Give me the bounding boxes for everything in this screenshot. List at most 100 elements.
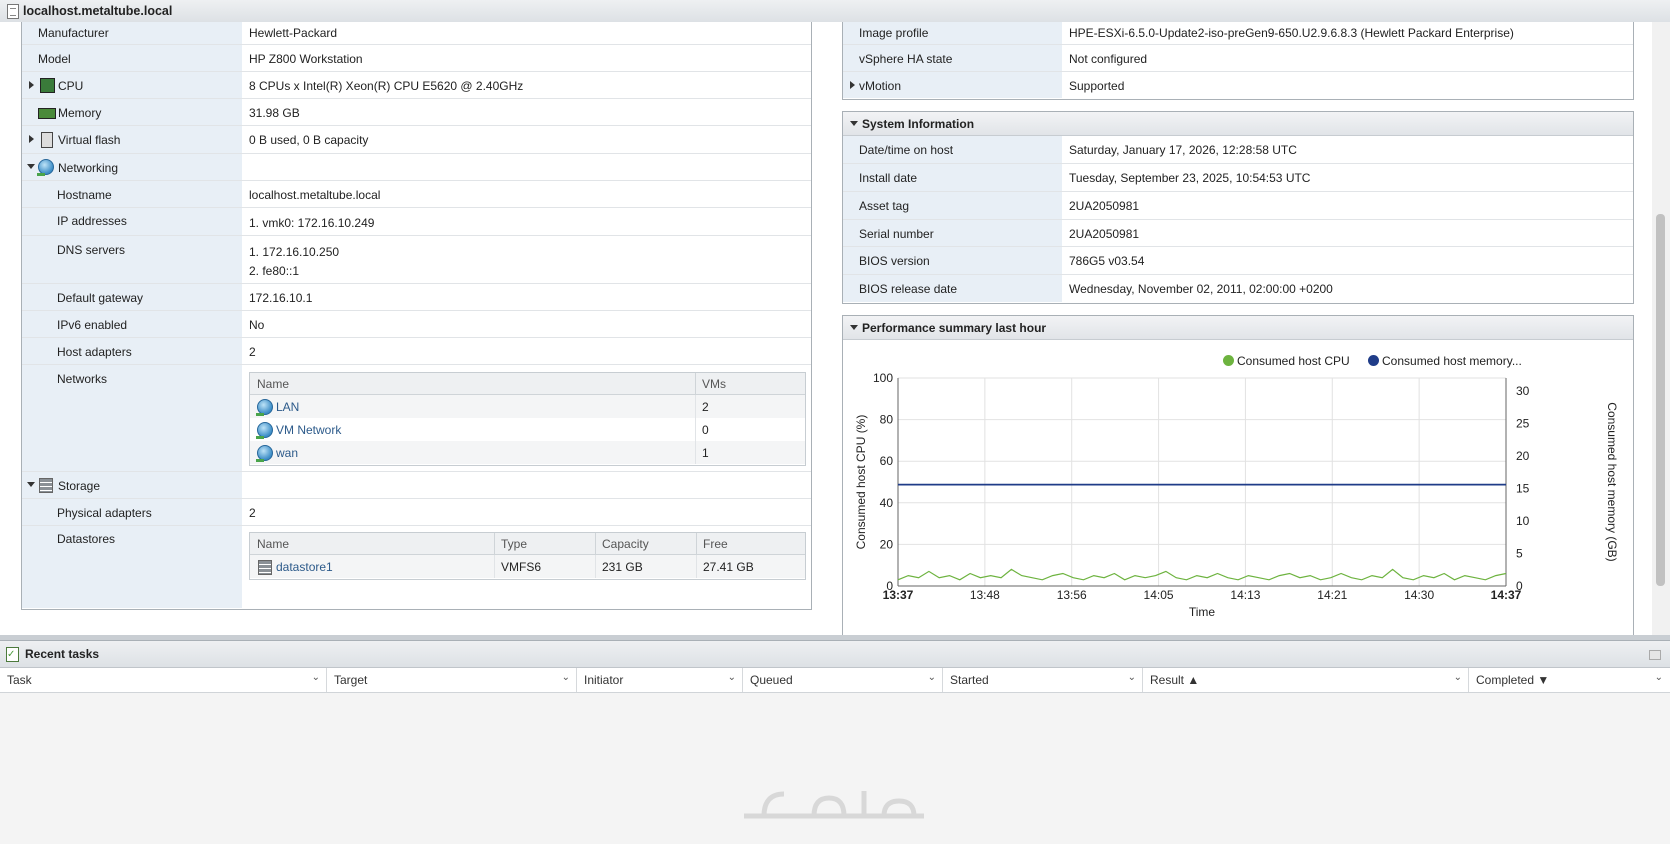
table-row[interactable]: LAN 2 xyxy=(250,395,805,418)
networks-col-name[interactable]: Name xyxy=(257,377,289,391)
recent-tasks-columns: Task ⌄ Target ⌄ Initiator ⌄ Queued ⌄ Started… xyxy=(0,668,1670,693)
label-datastores: Datastores xyxy=(57,532,116,546)
row-storage[interactable]: Storage xyxy=(22,472,811,499)
datastores-col-free[interactable]: Free xyxy=(703,537,728,551)
row-ip-addresses: IP addresses 1. vmk0: 172.16.10.249 xyxy=(22,208,811,236)
minimize-panel-icon[interactable] xyxy=(1649,650,1661,660)
datastores-table: Name Type Capacity Free datastore1 VMFS6… xyxy=(249,532,806,580)
collapse-storage-chevron-icon[interactable] xyxy=(27,482,35,487)
row-networking[interactable]: Networking xyxy=(22,154,811,181)
hardware-panel: Manufacturer Hewlett-Packard Model HP Z8… xyxy=(21,22,812,610)
col-started[interactable]: Started ⌄ xyxy=(943,668,1143,692)
col-completed[interactable]: Completed ▼ ⌄ xyxy=(1469,668,1669,692)
x-tick-label: 14:13 xyxy=(1230,588,1260,602)
chevron-down-icon[interactable]: ⌄ xyxy=(562,672,570,683)
expand-cpu-chevron-icon[interactable] xyxy=(29,81,34,89)
x-tick-label: 14:30 xyxy=(1404,588,1434,602)
row-vmotion[interactable]: vMotion Supported xyxy=(843,72,1633,98)
label-model: Model xyxy=(38,52,71,66)
network-name-vm-network[interactable]: VM Network xyxy=(276,423,341,437)
row-vsphere-ha: vSphere HA state Not configured xyxy=(843,45,1633,72)
datastore-name[interactable]: datastore1 xyxy=(276,560,333,574)
datastores-col-capacity[interactable]: Capacity xyxy=(602,537,649,551)
row-install-date: Install date Tuesday, September 23, 2025… xyxy=(843,164,1633,192)
window-titlebar: localhost.metaltube.local xyxy=(0,0,1670,23)
row-cpu[interactable]: CPU 8 CPUs x Intel(R) Xeon(R) CPU E5620 … xyxy=(22,72,811,99)
system-information-header[interactable]: System Information xyxy=(843,112,1633,136)
datastore-type: VMFS6 xyxy=(501,560,542,574)
table-row[interactable]: VM Network 0 xyxy=(250,418,805,441)
col-queued[interactable]: Queued ⌄ xyxy=(743,668,943,692)
row-bios-version: BIOS version 786G5 v03.54 xyxy=(843,247,1633,275)
y-left-tick-label: 60 xyxy=(880,454,894,468)
network-name-wan[interactable]: wan xyxy=(276,446,298,460)
recent-tasks-panel: ✓ Recent tasks Task ⌄ Target ⌄ Initiator ⌄ … xyxy=(0,640,1670,844)
x-tick-label: 14:05 xyxy=(1144,588,1174,602)
table-row[interactable]: datastore1 VMFS6 231 GB 27.41 GB xyxy=(250,555,805,578)
label-networks: Networks xyxy=(57,372,108,386)
y-right-tick-label: 30 xyxy=(1516,384,1530,398)
label-hostname: Hostname xyxy=(57,188,112,202)
chevron-down-icon[interactable]: ⌄ xyxy=(728,672,736,683)
x-tick-label: 13:48 xyxy=(970,588,1000,602)
y-right-tick-label: 20 xyxy=(1516,449,1530,463)
label-manufacturer: Manufacturer xyxy=(38,26,109,40)
collapse-system-info-chevron-icon[interactable] xyxy=(850,121,858,126)
value-vsphere-ha: Not configured xyxy=(1069,52,1148,66)
scrollbar-thumb[interactable] xyxy=(1656,214,1665,586)
networks-col-vms[interactable]: VMs xyxy=(702,377,726,391)
label-dns-servers: DNS servers xyxy=(57,243,126,257)
datastore-disk-icon xyxy=(258,560,272,575)
network-vms: 2 xyxy=(702,400,709,414)
col-target[interactable]: Target ⌄ xyxy=(327,668,577,692)
col-task[interactable]: Task ⌄ xyxy=(0,668,327,692)
chevron-down-icon[interactable]: ⌄ xyxy=(312,672,320,683)
row-host-adapters: Host adapters 2 xyxy=(22,338,811,365)
expand-vmotion-chevron-icon[interactable] xyxy=(850,81,855,89)
label-networking: Networking xyxy=(58,161,119,175)
watermark-logo-graphic xyxy=(744,791,924,819)
chevron-down-icon[interactable]: ⌄ xyxy=(1128,672,1136,683)
col-result[interactable]: Result ▲ ⌄ xyxy=(1143,668,1469,692)
network-globe-icon xyxy=(256,422,273,439)
row-physical-adapters: Physical adapters 2 xyxy=(22,499,811,526)
value-default-gateway: 172.16.10.1 xyxy=(249,291,313,305)
label-virtual-flash: Virtual flash xyxy=(58,133,121,147)
table-row[interactable]: wan 1 xyxy=(250,441,805,464)
value-install-date: Tuesday, September 23, 2025, 10:54:53 UT… xyxy=(1069,171,1311,185)
host-document-icon xyxy=(7,3,19,19)
chevron-down-icon[interactable]: ⌄ xyxy=(1655,672,1663,683)
label-cpu: CPU xyxy=(58,79,84,93)
value-physical-adapters: 2 xyxy=(249,506,256,520)
performance-chart: 02040608010005101520253013:37 13:48 13:56 1… xyxy=(854,371,1619,619)
label-vmotion: vMotion xyxy=(859,79,902,93)
value-datetime: Saturday, January 17, 2026, 12:28:58 UTC xyxy=(1069,143,1297,157)
networking-globe-icon xyxy=(37,159,54,176)
datastores-col-name[interactable]: Name xyxy=(257,537,289,551)
datastores-col-type[interactable]: Type xyxy=(501,537,527,551)
collapse-networking-chevron-icon[interactable] xyxy=(27,164,35,169)
col-initiator[interactable]: Initiator ⌄ xyxy=(577,668,743,692)
label-serial-number: Serial number xyxy=(859,227,934,241)
row-hostname: Hostname localhost.metaltube.local xyxy=(22,181,811,208)
label-bios-release: BIOS release date xyxy=(859,282,958,296)
label-host-adapters: Host adapters xyxy=(57,345,132,359)
system-information-panel: System Information Date/time on host Sat… xyxy=(842,111,1634,304)
label-bios-version: BIOS version xyxy=(859,254,930,268)
row-virtual-flash[interactable]: Virtual flash 0 B used, 0 B capacity xyxy=(22,126,811,154)
y-right-tick-label: 10 xyxy=(1516,514,1530,528)
row-model: Model HP Z800 Workstation xyxy=(22,45,811,72)
row-ipv6-enabled: IPv6 enabled No xyxy=(22,311,811,338)
value-cpu: 8 CPUs x Intel(R) Xeon(R) CPU E5620 @ 2.… xyxy=(249,79,524,93)
chevron-down-icon[interactable]: ⌄ xyxy=(1454,672,1462,683)
main-scrollbar[interactable] xyxy=(1652,22,1670,635)
network-name-lan[interactable]: LAN xyxy=(276,400,299,414)
chevron-down-icon[interactable]: ⌄ xyxy=(928,672,936,683)
row-manufacturer: Manufacturer Hewlett-Packard xyxy=(22,22,811,45)
performance-header[interactable]: Performance summary last hour xyxy=(843,316,1633,340)
collapse-performance-chevron-icon[interactable] xyxy=(850,325,858,330)
row-serial-number: Serial number 2UA2050981 xyxy=(843,220,1633,247)
expand-virtual-flash-chevron-icon[interactable] xyxy=(29,135,34,143)
label-image-profile: Image profile xyxy=(859,26,929,40)
flash-device-icon xyxy=(41,132,53,148)
